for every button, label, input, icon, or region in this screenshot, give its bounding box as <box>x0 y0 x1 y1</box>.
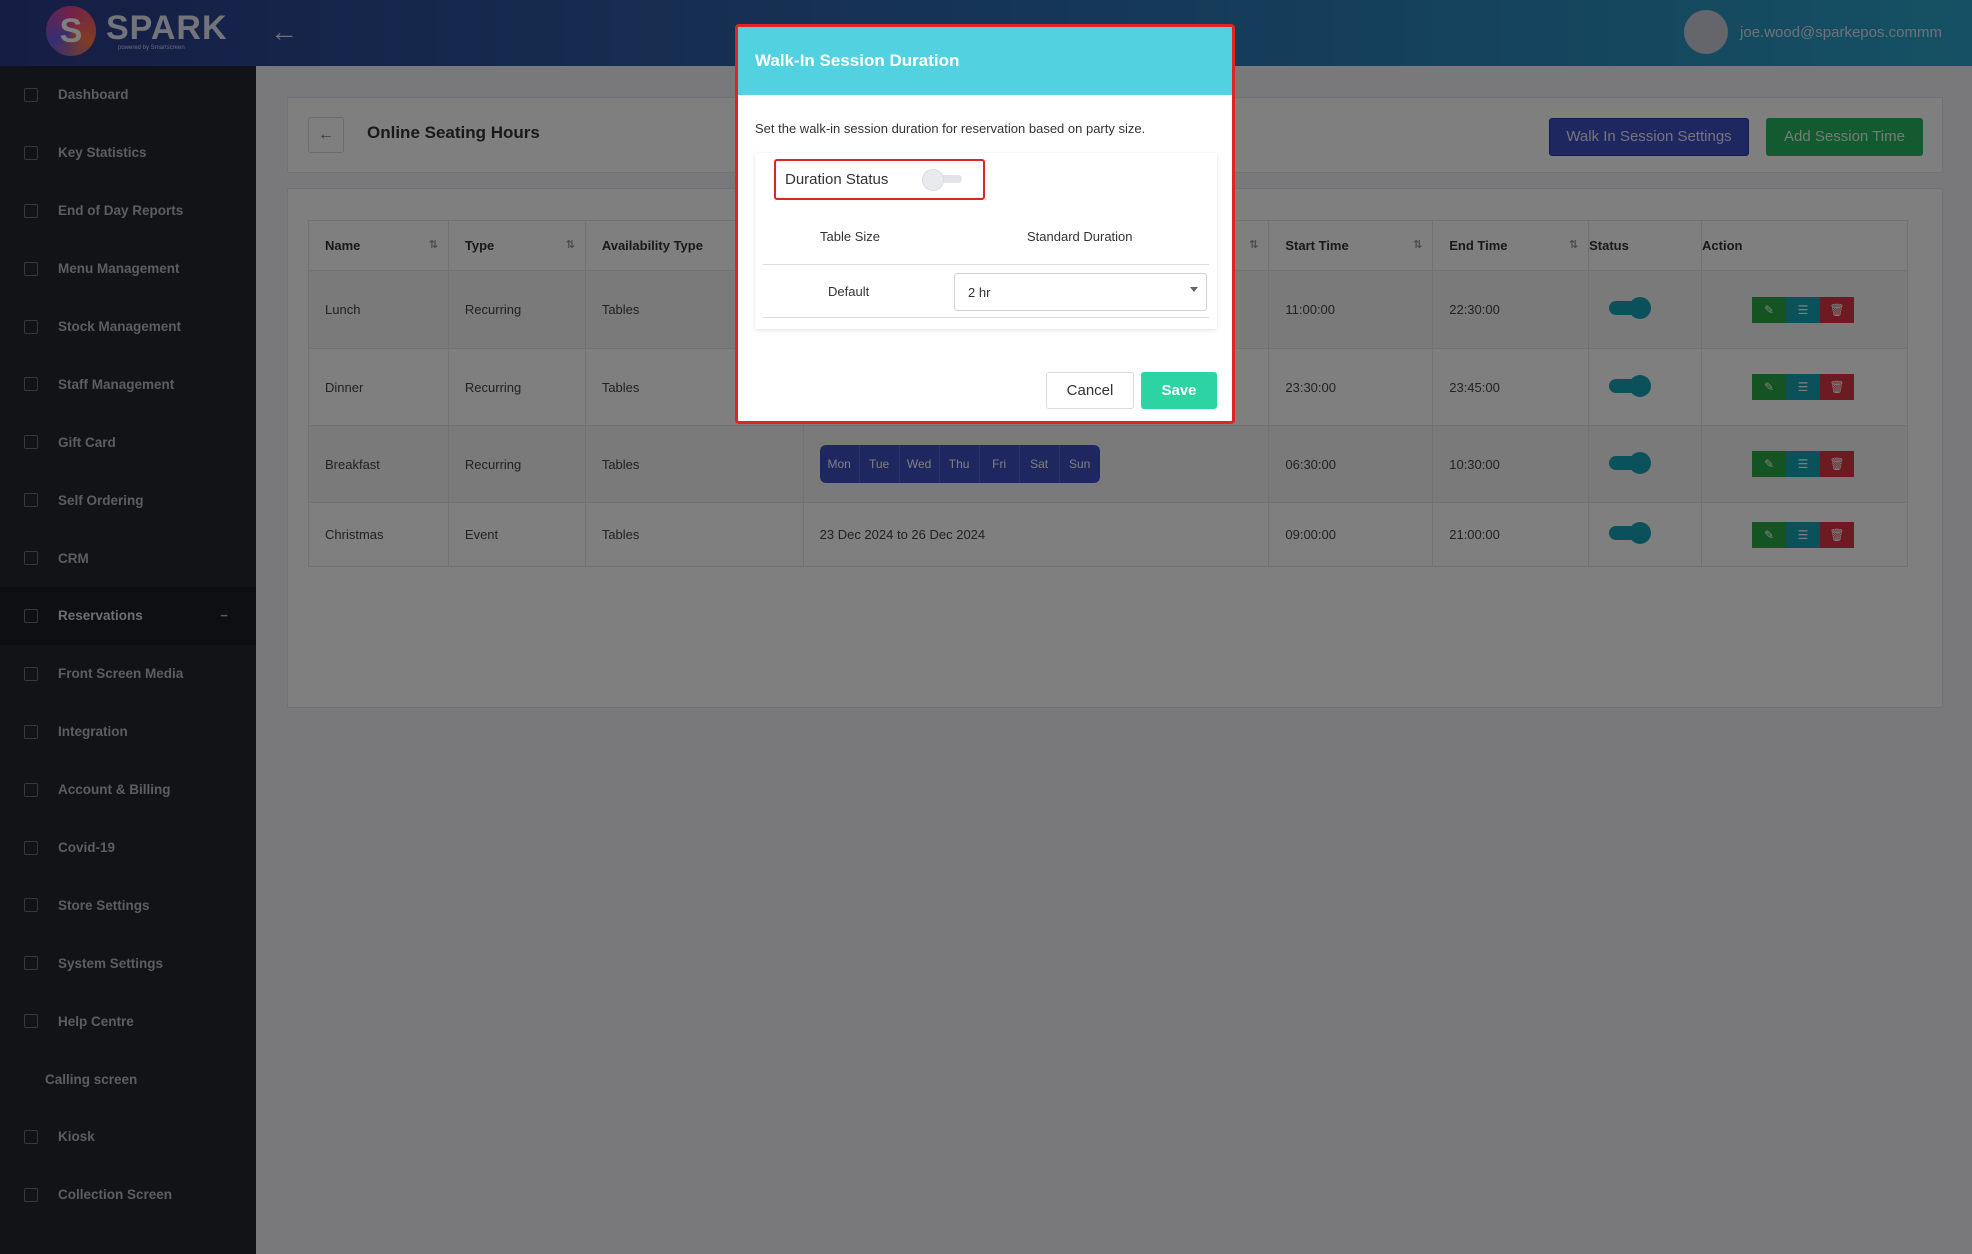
column-header-table-size: Table Size <box>820 229 880 244</box>
standard-duration-value: 2 hr <box>968 284 991 300</box>
column-header-standard-duration: Standard Duration <box>1027 229 1133 244</box>
walk-in-duration-modal: Walk-In Session Duration Set the walk-in… <box>735 24 1235 424</box>
divider <box>763 317 1209 318</box>
standard-duration-select[interactable]: 2 hr <box>954 273 1207 311</box>
duration-status-row: Duration Status <box>774 159 985 200</box>
row-label-default: Default <box>828 284 870 299</box>
cancel-button[interactable]: Cancel <box>1046 372 1134 409</box>
duration-status-label: Duration Status <box>785 171 889 188</box>
save-button[interactable]: Save <box>1141 372 1217 409</box>
divider <box>763 264 1209 265</box>
chevron-down-icon <box>1190 287 1198 292</box>
modal-title: Walk-In Session Duration <box>755 51 960 70</box>
duration-status-toggle[interactable] <box>922 169 962 191</box>
modal-header: Walk-In Session Duration <box>738 27 1232 95</box>
duration-panel: Duration Status Table Size Standard Dura… <box>755 153 1217 329</box>
modal-description: Set the walk-in session duration for res… <box>755 121 1146 136</box>
